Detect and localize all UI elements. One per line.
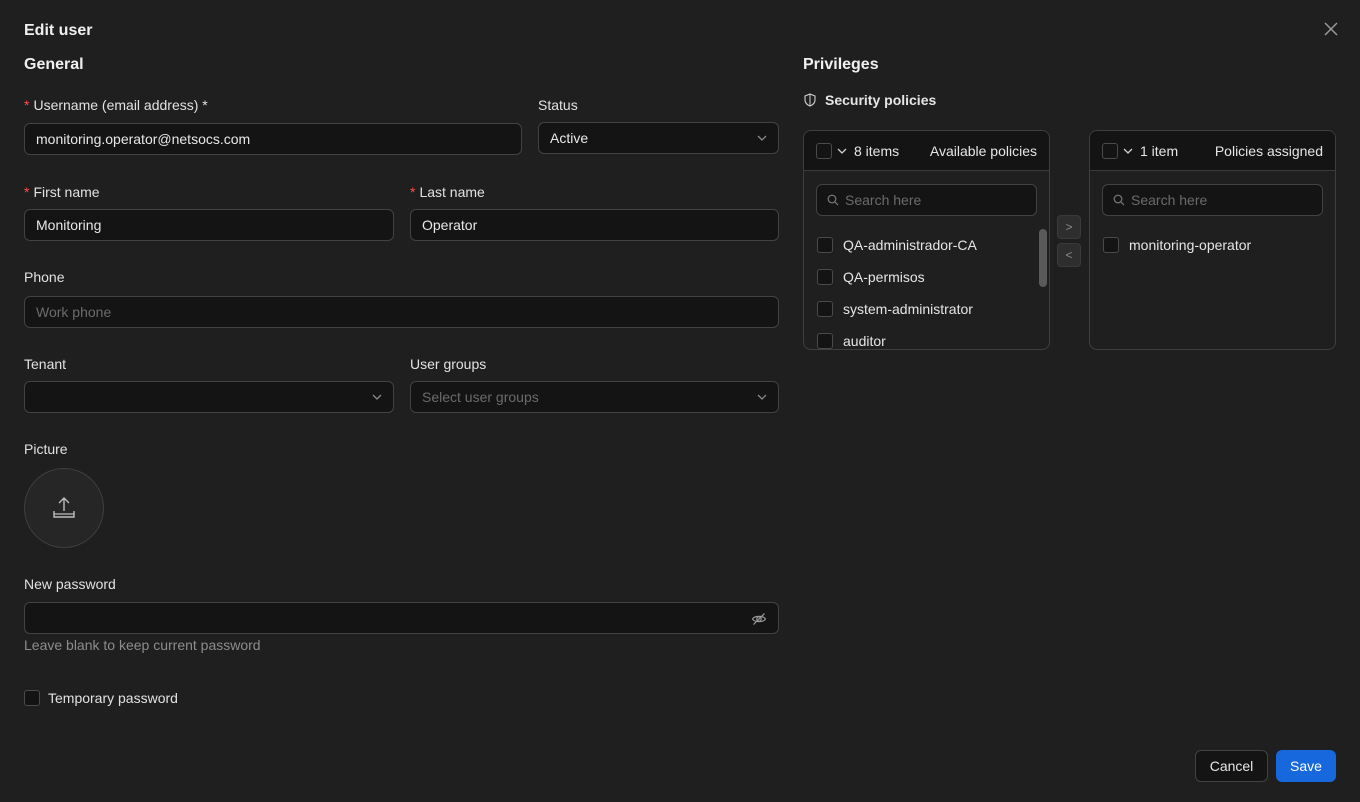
last-name-value: Operator bbox=[422, 217, 478, 233]
select-all-available-checkbox[interactable] bbox=[816, 142, 832, 159]
security-policies-label: Security policies bbox=[825, 92, 937, 108]
phone-placeholder: Work phone bbox=[36, 304, 112, 320]
last-name-label: * Last name bbox=[410, 184, 485, 200]
phone-label: Phone bbox=[24, 269, 65, 285]
required-marker: * bbox=[410, 184, 416, 200]
first-name-value: Monitoring bbox=[36, 217, 102, 233]
first-name-input[interactable]: Monitoring bbox=[24, 209, 394, 241]
available-count: 8 items bbox=[854, 142, 900, 159]
item-label: monitoring-operator bbox=[1129, 237, 1252, 253]
username-label: * Username (email address) * bbox=[24, 97, 208, 113]
username-value: monitoring.operator@netsocs.com bbox=[36, 131, 251, 147]
temporary-password-checkbox[interactable] bbox=[24, 690, 40, 706]
general-section-title: General bbox=[24, 56, 84, 73]
available-list: QA-administrador-CA QA-permisos system-a… bbox=[804, 229, 1049, 349]
assigned-search-input[interactable]: Search here bbox=[1102, 184, 1323, 216]
upload-icon bbox=[53, 497, 75, 518]
available-search-input[interactable]: Search here bbox=[816, 184, 1037, 216]
save-button[interactable]: Save bbox=[1276, 750, 1336, 782]
chevron-down-icon bbox=[757, 394, 767, 400]
chevron-down-icon[interactable] bbox=[836, 145, 848, 157]
first-name-label: * First name bbox=[24, 184, 100, 200]
search-icon bbox=[827, 194, 839, 206]
item-checkbox[interactable] bbox=[817, 301, 833, 317]
move-right-label: > bbox=[1065, 220, 1073, 234]
select-all-assigned-checkbox[interactable] bbox=[1102, 142, 1118, 159]
list-item[interactable]: auditor bbox=[804, 325, 1049, 349]
user-groups-placeholder: Select user groups bbox=[422, 389, 539, 405]
status-label: Status bbox=[538, 97, 578, 113]
item-checkbox[interactable] bbox=[817, 333, 833, 349]
chevron-down-icon[interactable] bbox=[1122, 145, 1134, 157]
user-groups-label: User groups bbox=[410, 356, 487, 372]
list-item[interactable]: system-administrator bbox=[804, 293, 1049, 325]
move-left-label: < bbox=[1065, 248, 1073, 262]
username-input[interactable]: monitoring.operator@netsocs.com bbox=[24, 123, 522, 155]
available-policies-panel: 8 items Available policies Search here Q… bbox=[803, 130, 1050, 350]
dialog-title: Edit user bbox=[24, 22, 93, 39]
list-item[interactable]: QA-administrador-CA bbox=[804, 229, 1049, 261]
search-icon bbox=[1113, 194, 1125, 206]
item-checkbox[interactable] bbox=[1103, 237, 1119, 253]
assigned-list: monitoring-operator bbox=[1090, 229, 1335, 261]
assigned-panel-title: Policies assigned bbox=[1214, 142, 1323, 159]
assigned-panel-header: 1 item Policies assigned bbox=[1090, 131, 1335, 171]
item-label: QA-administrador-CA bbox=[843, 237, 977, 253]
list-item[interactable]: QA-permisos bbox=[804, 261, 1049, 293]
available-panel-title: Available policies bbox=[929, 142, 1037, 159]
chevron-down-icon bbox=[757, 135, 767, 141]
chevron-down-icon bbox=[372, 394, 382, 400]
list-item[interactable]: monitoring-operator bbox=[1090, 229, 1335, 261]
move-left-button[interactable]: < bbox=[1057, 243, 1081, 267]
temporary-password-label: Temporary password bbox=[48, 690, 178, 706]
close-icon[interactable] bbox=[1320, 18, 1342, 40]
new-password-input[interactable] bbox=[24, 602, 779, 634]
tenant-select[interactable] bbox=[24, 381, 394, 413]
item-label: auditor bbox=[843, 333, 886, 349]
item-checkbox[interactable] bbox=[817, 237, 833, 253]
tenant-label: Tenant bbox=[24, 356, 67, 372]
shield-icon bbox=[804, 93, 816, 107]
item-checkbox[interactable] bbox=[817, 269, 833, 285]
required-marker: * bbox=[24, 184, 30, 200]
status-value: Active bbox=[550, 130, 589, 146]
picture-label: Picture bbox=[24, 441, 68, 457]
security-policies-heading: Security policies bbox=[803, 92, 936, 108]
cancel-button[interactable]: Cancel bbox=[1195, 750, 1268, 782]
phone-input[interactable]: Work phone bbox=[24, 296, 779, 328]
item-label: system-administrator bbox=[843, 301, 973, 317]
assigned-policies-panel: 1 item Policies assigned Search here mon… bbox=[1089, 130, 1336, 350]
required-marker: * bbox=[24, 97, 30, 113]
move-right-button[interactable]: > bbox=[1057, 215, 1081, 239]
privileges-section-title: Privileges bbox=[803, 56, 879, 73]
new-password-hint: Leave blank to keep current password bbox=[24, 637, 261, 653]
last-name-input[interactable]: Operator bbox=[410, 209, 779, 241]
available-search-placeholder: Search here bbox=[845, 192, 922, 208]
status-select[interactable]: Active bbox=[538, 122, 779, 154]
available-scrollbar[interactable] bbox=[1039, 229, 1047, 287]
available-panel-header: 8 items Available policies bbox=[804, 131, 1049, 171]
temporary-password-row[interactable]: Temporary password bbox=[24, 690, 178, 706]
item-label: QA-permisos bbox=[843, 269, 925, 285]
assigned-count: 1 item bbox=[1140, 142, 1179, 159]
user-groups-select[interactable]: Select user groups bbox=[410, 381, 779, 413]
assigned-search-placeholder: Search here bbox=[1131, 192, 1208, 208]
picture-upload-button[interactable] bbox=[24, 468, 104, 548]
eye-invisible-icon[interactable] bbox=[751, 611, 767, 627]
new-password-label: New password bbox=[24, 576, 116, 592]
